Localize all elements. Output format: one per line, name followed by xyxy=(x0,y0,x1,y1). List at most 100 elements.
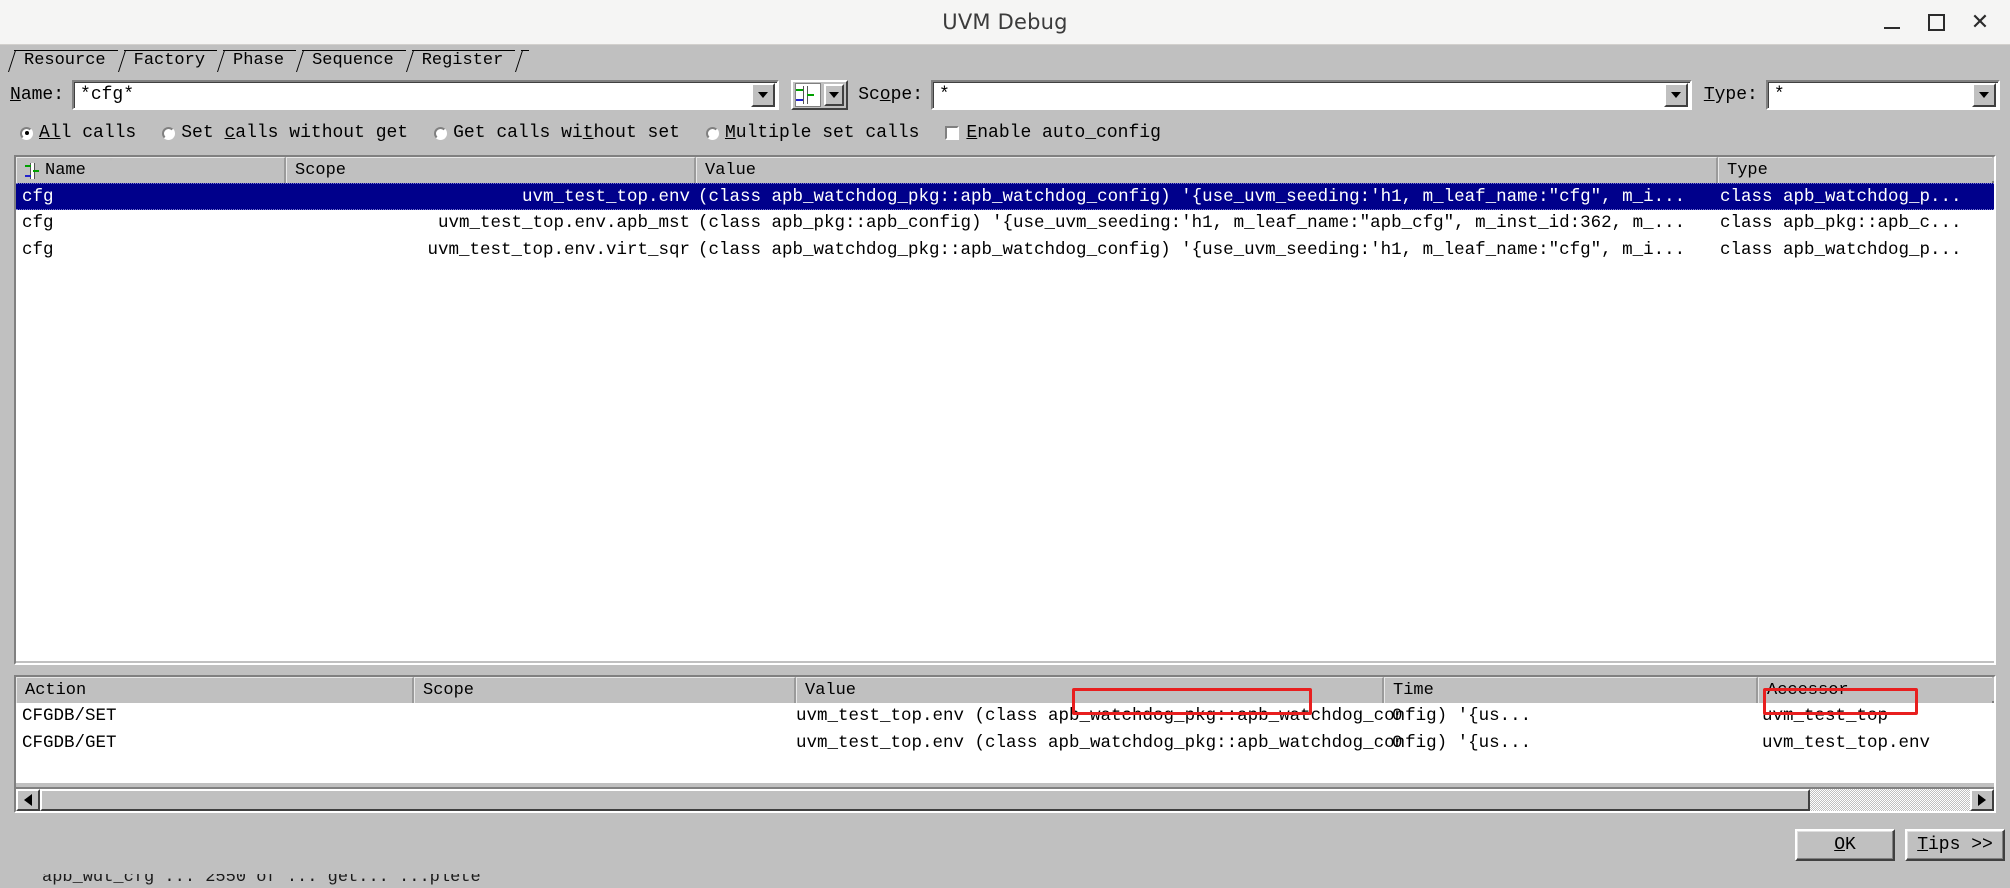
tab-register-label: Register xyxy=(421,51,504,70)
column-header-value[interactable]: Value xyxy=(696,157,1718,183)
tab-sequence-label: Sequence xyxy=(312,51,394,70)
cell-name: cfg xyxy=(22,187,54,207)
dialog-button-bar: OK Tips >> xyxy=(0,820,2010,870)
accessor-table-body[interactable]: CFGDB/SET uvm_test_top.env (class apb_wa… xyxy=(16,703,1994,783)
radio-indicator-icon xyxy=(434,126,448,140)
radio-all-calls[interactable]: All calls xyxy=(20,123,136,143)
sort-descending-icon xyxy=(101,158,120,183)
table-row[interactable]: CFGDB/SET uvm_test_top.env (class apb_wa… xyxy=(16,703,1994,730)
window-title: UVM Debug xyxy=(942,10,1068,34)
filter-options-bar: All calls Set calls without get Get call… xyxy=(0,118,2010,148)
type-input[interactable]: * xyxy=(1765,80,2000,110)
name-input[interactable]: *cfg* xyxy=(72,80,780,110)
cell-value: uvm_test_top.env (class apb_watchdog_pkg… xyxy=(796,703,1531,730)
cell-action: CFGDB/SET xyxy=(22,706,117,726)
type-input-value: * xyxy=(1773,85,1785,105)
tab-phase[interactable]: Phase xyxy=(217,50,299,72)
column-header-time-label: Time xyxy=(1393,680,1434,700)
column-header-accessor[interactable]: Accessor xyxy=(1758,677,1992,703)
column-header-scope-2[interactable]: Scope xyxy=(414,677,796,703)
radio-multiple-set-calls[interactable]: Multiple set calls xyxy=(705,123,920,143)
column-arrows-icon xyxy=(25,162,39,179)
column-header-scope-2-label: Scope xyxy=(423,680,475,700)
tab-strip-end xyxy=(515,50,530,72)
tab-list: Resource Factory Phase Sequence Register xyxy=(8,46,530,72)
maximize-button[interactable] xyxy=(1914,0,1958,45)
chevron-down-icon xyxy=(1979,92,1989,98)
column-header-action-label: Action xyxy=(25,680,87,700)
close-icon: ✕ xyxy=(1970,9,1990,35)
minimize-icon xyxy=(1884,26,1900,29)
column-header-value-2-label: Value xyxy=(805,680,857,700)
table-row[interactable]: cfg uvm_test_top.env (class apb_watchdog… xyxy=(16,183,1994,210)
resource-table: Name Scope Value Type cfg uvm_test_top.e… xyxy=(14,155,1996,665)
cell-value-pre: uvm_test_top.env (class apb_watchdog_pkg… xyxy=(796,706,1238,726)
tab-register[interactable]: Register xyxy=(405,50,517,72)
tab-sequence[interactable]: Sequence xyxy=(296,50,408,72)
resource-table-body[interactable]: cfg uvm_test_top.env (class apb_watchdog… xyxy=(16,183,1994,661)
column-header-value-2[interactable]: Value xyxy=(796,677,1384,703)
table-row[interactable]: cfg uvm_test_top.env.apb_mst (class apb_… xyxy=(16,210,1994,237)
chevron-down-icon xyxy=(1670,92,1681,98)
checkbox-enable-auto-config[interactable]: Enable auto_config xyxy=(945,123,1161,143)
tips-button-label: Tips >> xyxy=(1917,835,1993,855)
accessor-table-hscrollbar[interactable] xyxy=(16,787,1994,811)
match-mode-dropdown-button[interactable] xyxy=(824,84,845,106)
cell-value: (class apb_watchdog_pkg::apb_watchdog_co… xyxy=(698,187,1686,207)
cell-time: 0 xyxy=(1392,733,1403,753)
cell-value: (class apb_watchdog_pkg::apb_watchdog_co… xyxy=(698,240,1686,260)
radio-indicator-icon xyxy=(162,126,176,140)
chevron-down-icon xyxy=(829,92,840,98)
cell-scope: uvm_test_top.env.virt_sqr xyxy=(427,240,690,260)
tab-resource[interactable]: Resource xyxy=(8,50,120,72)
cell-name: cfg xyxy=(22,213,54,233)
name-field-label: Name: xyxy=(10,85,65,105)
uvm-debug-window: UVM Debug ✕ Resource Factory Phase Seque… xyxy=(0,0,2010,888)
radio-set-calls-without-get[interactable]: Set calls without get xyxy=(162,123,408,143)
scope-input[interactable]: * xyxy=(931,80,1692,110)
column-header-scope[interactable]: Scope xyxy=(286,157,696,183)
filter-bar: Name: *cfg* Scope: * Type: * xyxy=(0,72,2010,118)
column-header-type-label: Type xyxy=(1727,160,1768,180)
title-bar: UVM Debug ✕ xyxy=(0,0,2010,45)
radio-get-calls-without-set[interactable]: Get calls without set xyxy=(434,123,680,143)
tips-button[interactable]: Tips >> xyxy=(1905,829,2005,861)
hscroll-track[interactable] xyxy=(40,789,1970,811)
cell-type: class apb_watchdog_p... xyxy=(1720,240,1962,260)
column-header-name-label: Name xyxy=(45,160,86,180)
column-header-name[interactable]: Name xyxy=(16,157,286,183)
radio-indicator-icon xyxy=(20,126,33,140)
match-mode-combo[interactable] xyxy=(791,80,849,110)
close-button[interactable]: ✕ xyxy=(1958,0,2002,45)
tab-phase-label: Phase xyxy=(233,51,285,70)
name-dropdown-button[interactable] xyxy=(751,83,776,107)
chevron-down-icon xyxy=(758,92,769,98)
table-row[interactable]: CFGDB/GET uvm_test_top.env (class apb_wa… xyxy=(16,730,1994,757)
maximize-icon xyxy=(1927,14,1945,31)
scroll-left-button[interactable] xyxy=(16,789,40,811)
type-dropdown-button[interactable] xyxy=(1972,83,1996,107)
scope-dropdown-button[interactable] xyxy=(1663,83,1688,107)
minimize-button[interactable] xyxy=(1870,0,1914,45)
cell-action: CFGDB/GET xyxy=(22,733,117,753)
resource-table-header: Name Scope Value Type xyxy=(16,157,1994,183)
cell-value: (class apb_pkg::apb_config) '{use_uvm_se… xyxy=(698,213,1686,233)
radio-multiple-set-calls-label: Multiple set calls xyxy=(724,123,920,143)
tab-strip: Resource Factory Phase Sequence Register xyxy=(0,46,2010,72)
ok-button[interactable]: OK xyxy=(1795,829,1895,861)
scroll-right-button[interactable] xyxy=(1970,789,1994,811)
hscroll-thumb[interactable] xyxy=(40,789,1810,811)
column-header-value-label: Value xyxy=(705,160,757,180)
tab-factory[interactable]: Factory xyxy=(117,50,220,72)
column-header-action[interactable]: Action xyxy=(16,677,414,703)
column-header-time[interactable]: Time xyxy=(1384,677,1758,703)
radio-set-calls-without-get-label: Set calls without get xyxy=(181,123,409,143)
status-text: apb_wdt_cfg ... 2550 of ... get... ...pl… xyxy=(42,874,481,887)
ok-button-label: OK xyxy=(1834,835,1856,855)
checkbox-indicator-icon xyxy=(945,126,960,140)
accessor-table-header: Action Scope Value Time Accessor xyxy=(16,677,1994,703)
match-columns-icon xyxy=(795,83,822,107)
column-header-type[interactable]: Type xyxy=(1718,157,1992,183)
cell-type: class apb_pkg::apb_c... xyxy=(1720,213,1962,233)
table-row[interactable]: cfg uvm_test_top.env.virt_sqr (class apb… xyxy=(16,237,1994,264)
